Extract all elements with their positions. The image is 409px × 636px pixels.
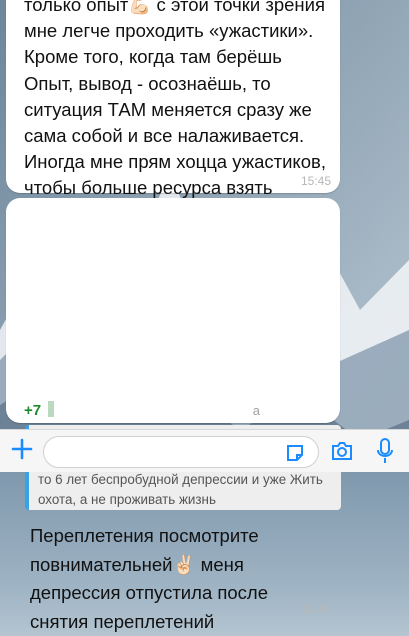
message-text: Переплетения посмотрите повнимательней✌🏻…: [30, 525, 274, 632]
message-time: 15:46: [300, 602, 331, 616]
message-bubble-incoming[interactable]: только опыт💪🏻 с этой точки зрения мне ле…: [6, 0, 340, 198]
message-bubble-reply[interactable]: +7 a +7 Спасибо. Дай то бог. Так хочу по…: [6, 198, 343, 632]
message-input[interactable]: [43, 436, 319, 468]
plus-icon[interactable]: [8, 435, 36, 463]
sticker-icon[interactable]: [285, 443, 305, 463]
sender-extra-mark: a: [252, 403, 260, 418]
message-time: 15:45: [300, 174, 331, 188]
sender-name: +7: [24, 402, 50, 419]
microphone-icon[interactable]: [376, 437, 394, 465]
camera-icon[interactable]: [330, 440, 354, 462]
compose-toolbar: [0, 429, 409, 472]
message-text: только опыт💪🏻 с этой точки зрения мне ле…: [24, 0, 332, 199]
sender-name-redaction: [48, 401, 54, 417]
